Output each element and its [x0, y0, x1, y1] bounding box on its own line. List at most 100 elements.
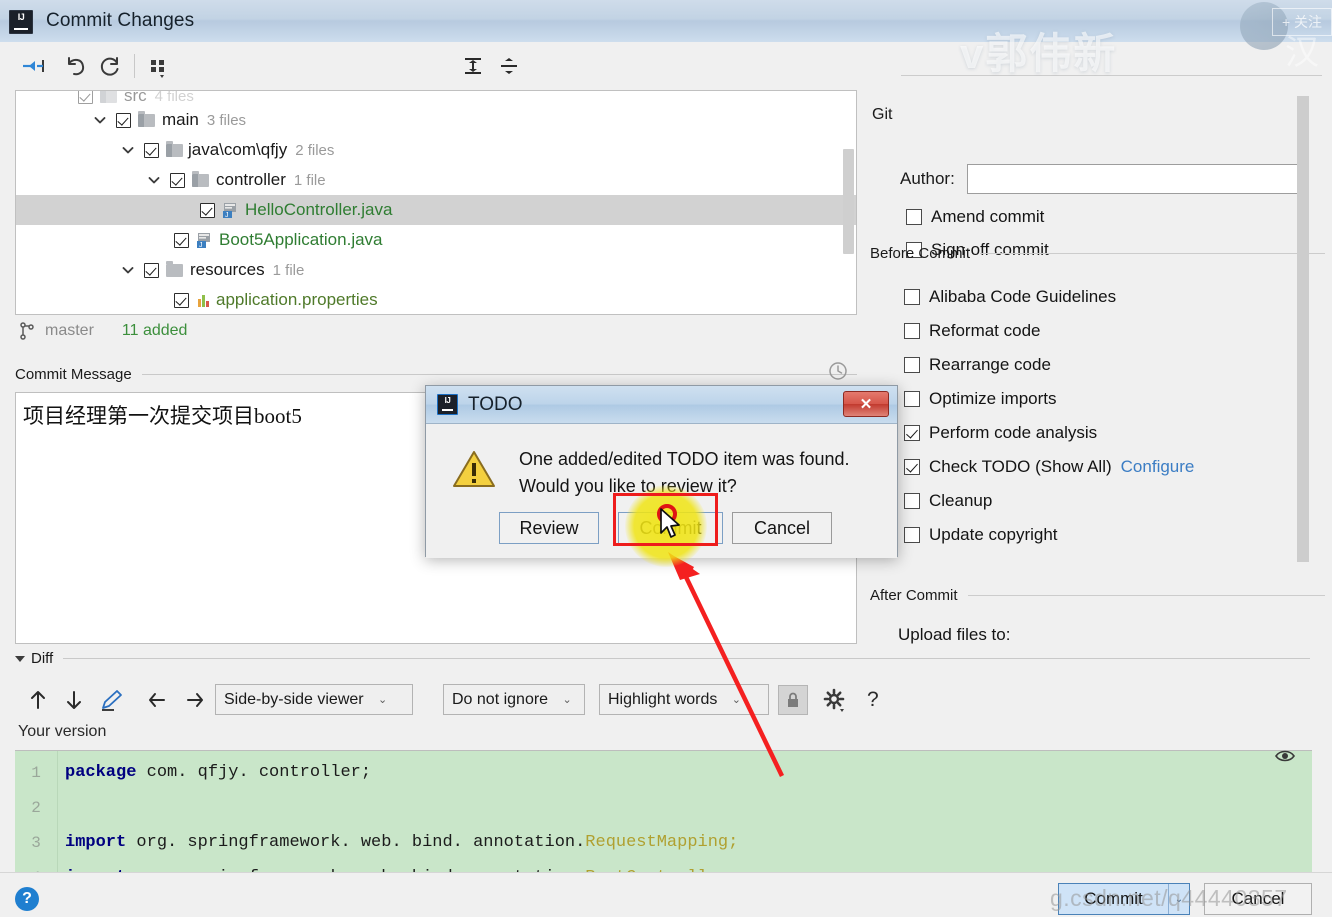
- commit-changes-window: Commit Changes: [0, 0, 1332, 917]
- intellij-idea-logo: [437, 394, 458, 415]
- row-checkbox[interactable]: [904, 459, 920, 475]
- row-checkbox[interactable]: [200, 202, 215, 218]
- window-titlebar: Commit Changes: [0, 0, 1332, 43]
- checkbox-perform-code-analysis[interactable]: Perform code analysis: [904, 423, 1097, 443]
- branch-name: master: [45, 322, 94, 339]
- chevron-down-icon[interactable]: [92, 112, 108, 128]
- tree-item-label: resources: [190, 260, 265, 279]
- row-checkbox[interactable]: [906, 209, 922, 225]
- checkbox-label: Perform code analysis: [929, 423, 1098, 442]
- previous-difference-button[interactable]: [25, 684, 51, 716]
- chevron-down-icon[interactable]: [146, 172, 162, 188]
- row-checkbox[interactable]: [144, 262, 159, 278]
- table-row[interactable]: controller 1 file: [16, 165, 856, 195]
- properties-file-icon: [197, 293, 213, 308]
- tree-item-label: application.properties: [216, 290, 378, 309]
- row-checkbox[interactable]: [904, 425, 920, 441]
- accept-right-button[interactable]: [181, 684, 209, 716]
- expand-all-icon[interactable]: [458, 51, 488, 81]
- lock-icon[interactable]: [778, 685, 808, 715]
- row-checkbox[interactable]: [174, 292, 189, 308]
- highlight-mode-dropdown[interactable]: Highlight words ⌄: [599, 684, 769, 715]
- java-file-icon: J: [223, 202, 239, 218]
- checkbox-optimize-imports[interactable]: Optimize imports: [904, 389, 1057, 409]
- author-field[interactable]: [967, 164, 1307, 194]
- checkbox-cleanup[interactable]: Cleanup: [904, 491, 992, 511]
- rollback-icon[interactable]: [60, 51, 90, 81]
- clock-icon[interactable]: [828, 361, 848, 381]
- chevron-down-icon[interactable]: [15, 655, 25, 662]
- gear-icon[interactable]: [820, 684, 850, 716]
- row-checkbox[interactable]: [904, 527, 920, 543]
- row-checkbox[interactable]: [904, 357, 920, 373]
- row-checkbox[interactable]: [174, 232, 189, 248]
- row-checkbox[interactable]: [170, 172, 185, 188]
- checkbox-label: Reformat code: [929, 321, 1041, 340]
- todo-commit-button[interactable]: Commit: [618, 512, 723, 544]
- todo-dialog-body: One added/edited TODO item was found. Wo…: [426, 424, 897, 558]
- chevron-down-icon[interactable]: ⌄: [1169, 894, 1189, 905]
- tree-scrollbar[interactable]: [843, 149, 854, 254]
- next-difference-button[interactable]: [61, 684, 87, 716]
- commit-button[interactable]: Commit ⌄: [1058, 883, 1190, 915]
- code-plain: com. qfjy. controller;: [136, 763, 372, 782]
- checkbox-label: Check TODO (Show All): [929, 457, 1112, 476]
- group-by-icon[interactable]: [143, 51, 173, 81]
- cancel-button[interactable]: Cancel: [1204, 883, 1312, 915]
- row-checkbox[interactable]: [904, 493, 920, 509]
- message-line-1: One added/edited TODO item was found.: [519, 449, 850, 469]
- table-row[interactable]: J Boot5Application.java: [16, 225, 856, 255]
- viewer-mode-dropdown[interactable]: Side-by-side viewer ⌄: [215, 684, 413, 715]
- question-mark-icon[interactable]: ?: [15, 887, 39, 911]
- folder-icon: [100, 91, 117, 103]
- checkbox-amend-commit[interactable]: Amend commit: [906, 207, 1044, 227]
- checkbox-rearrange-code[interactable]: Rearrange code: [904, 355, 1051, 375]
- tree-item-count: 1 file: [293, 171, 326, 189]
- show-diff-icon[interactable]: [18, 51, 48, 81]
- row-checkbox[interactable]: [904, 391, 920, 407]
- checkbox-alibaba-code-guidelines[interactable]: Alibaba Code Guidelines: [904, 287, 1116, 307]
- refresh-icon[interactable]: [95, 51, 125, 81]
- divider: [967, 595, 1325, 596]
- chevron-down-icon[interactable]: [120, 262, 136, 278]
- diff-code-panel[interactable]: 1 package com. qfjy. controller; 2 3 imp…: [15, 750, 1312, 873]
- chevron-down-icon[interactable]: [120, 142, 136, 158]
- row-checkbox[interactable]: [78, 91, 93, 104]
- tree-item-count: 1 file: [272, 261, 305, 279]
- divider: [901, 75, 1322, 76]
- configure-link[interactable]: Configure: [1121, 457, 1195, 477]
- tree-item-label: main: [162, 110, 199, 129]
- todo-dialog-titlebar: TODO ✕: [426, 386, 897, 424]
- ignore-mode-dropdown[interactable]: Do not ignore ⌄: [443, 684, 585, 715]
- collapse-all-icon[interactable]: [494, 51, 524, 81]
- commit-message-label: Commit Message: [15, 366, 132, 383]
- table-row[interactable]: application.properties: [16, 285, 856, 314]
- changed-files-tree[interactable]: src 4 files main 3 files java\com\qfjy 2…: [15, 90, 857, 315]
- code-class: RequestMapping;: [585, 833, 739, 852]
- folder-icon: [166, 260, 183, 277]
- row-checkbox[interactable]: [904, 323, 920, 339]
- table-row[interactable]: src 4 files: [16, 91, 856, 105]
- table-row[interactable]: java\com\qfjy 2 files: [16, 135, 856, 165]
- tree-item-count: 2 files: [295, 141, 335, 159]
- table-row[interactable]: J HelloController.java: [16, 195, 856, 225]
- table-row[interactable]: resources 1 file: [16, 255, 856, 285]
- accept-left-button[interactable]: [143, 684, 171, 716]
- checkbox-check-todo[interactable]: Check TODO (Show All) Configure: [904, 457, 1194, 477]
- edit-source-button[interactable]: [97, 684, 125, 716]
- chevron-down-icon: ⌄: [562, 694, 572, 706]
- row-checkbox[interactable]: [904, 289, 920, 305]
- todo-cancel-button[interactable]: Cancel: [732, 512, 832, 544]
- eye-icon[interactable]: [1275, 748, 1295, 764]
- row-checkbox[interactable]: [144, 142, 159, 158]
- close-icon[interactable]: ✕: [843, 391, 889, 417]
- row-checkbox[interactable]: [116, 112, 131, 128]
- checkbox-reformat-code[interactable]: Reformat code: [904, 321, 1041, 341]
- checkbox-label: Alibaba Code Guidelines: [929, 287, 1117, 306]
- divider: [141, 374, 857, 375]
- table-row[interactable]: main 3 files: [16, 105, 856, 135]
- review-button[interactable]: Review: [499, 512, 599, 544]
- question-mark-icon[interactable]: ?: [867, 684, 879, 716]
- checkbox-update-copyright[interactable]: Update copyright: [904, 525, 1058, 545]
- options-scrollbar[interactable]: [1297, 96, 1309, 562]
